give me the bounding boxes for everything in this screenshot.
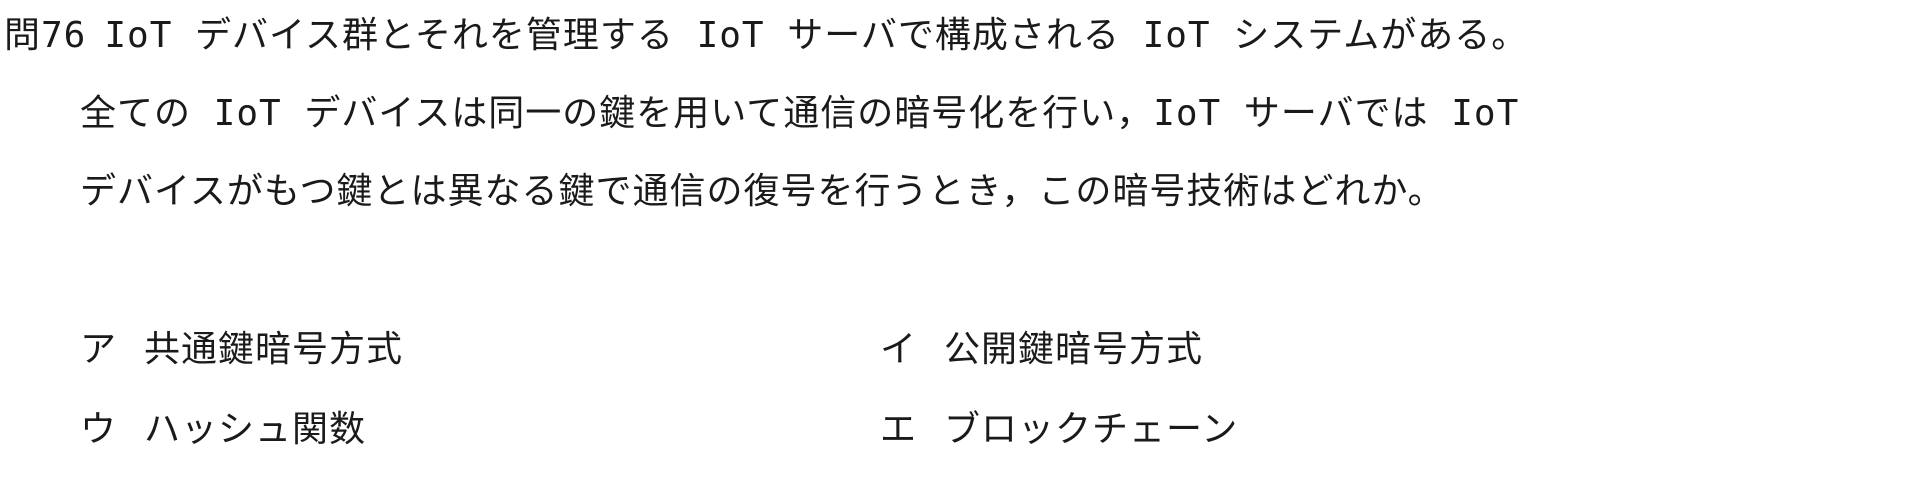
question-line-3: デバイスがもつ鍵とは異なる鍵で通信の復号を行うとき，この暗号技術はどれか。	[80, 170, 1445, 214]
exam-question-page: 問76 IoT デバイス群とそれを管理する IoT サーバで構成される IoT シ…	[0, 0, 1913, 481]
choice-e-label: エ	[880, 409, 918, 450]
choice-u-text: ハッシュ関数	[144, 409, 367, 450]
choice-u-label: ウ	[80, 409, 118, 450]
choice-i: イ公開鍵暗号方式	[880, 328, 1203, 372]
choice-i-label: イ	[880, 329, 918, 370]
question-text-line-1: IoT デバイス群とそれを管理する IoT サーバで構成される IoT システム…	[104, 15, 1529, 56]
choice-i-text: 公開鍵暗号方式	[944, 329, 1204, 370]
choice-e-text: ブロックチェーン	[944, 409, 1239, 450]
question-text-line-2: 全ての IoT デバイスは同一の鍵を用いて通信の暗号化を行い，IoT サーバでは…	[80, 93, 1520, 134]
choice-u: ウハッシュ関数	[80, 408, 366, 452]
choice-a-label: ア	[80, 329, 118, 370]
choice-a-text: 共通鍵暗号方式	[144, 329, 404, 370]
choice-a: ア共通鍵暗号方式	[80, 328, 403, 372]
question-line-2: 全ての IoT デバイスは同一の鍵を用いて通信の暗号化を行い，IoT サーバでは…	[80, 92, 1519, 136]
question-line-1: 問76 IoT デバイス群とそれを管理する IoT サーバで構成される IoT シ…	[4, 14, 1528, 58]
question-text-line-3: デバイスがもつ鍵とは異なる鍵で通信の復号を行うとき，この暗号技術はどれか。	[80, 171, 1445, 212]
choice-e: エブロックチェーン	[880, 408, 1238, 452]
question-number: 問76	[4, 15, 87, 56]
